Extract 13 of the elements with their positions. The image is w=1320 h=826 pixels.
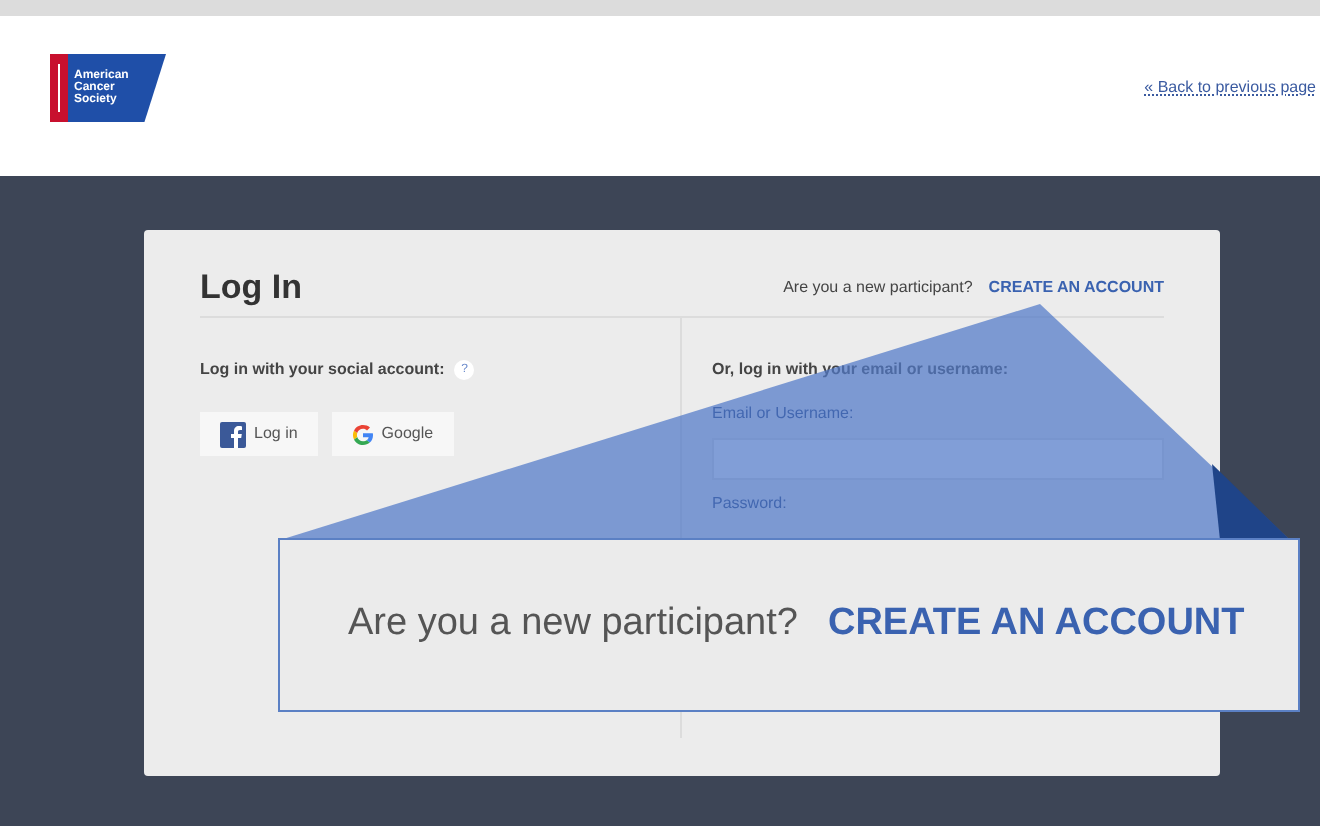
facebook-login-button[interactable]: Log in: [200, 412, 318, 456]
page-title: Log In: [200, 265, 302, 310]
field-label: Email or Username:: [712, 402, 856, 426]
new-participant-prompt: Are you a new participant?: [783, 275, 973, 299]
back-link[interactable]: « Back to previous page: [1144, 76, 1316, 100]
callout-prompt: Are you a new participant?: [348, 600, 798, 649]
callout-wedge-shadow: [1212, 464, 1290, 540]
google-icon: [351, 423, 374, 445]
field-label: Password:: [712, 492, 789, 516]
social-heading: Log in with your social account:: [200, 358, 445, 382]
facebook-icon: [220, 421, 246, 447]
google-login-button[interactable]: Google: [331, 412, 454, 456]
create-account-link[interactable]: CREATE AN ACCOUNT: [988, 275, 1164, 299]
